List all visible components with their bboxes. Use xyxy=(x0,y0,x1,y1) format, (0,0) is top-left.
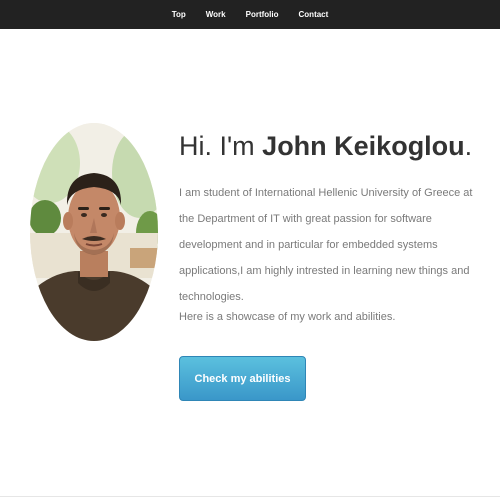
profile-photo-image xyxy=(30,123,158,341)
section-divider xyxy=(0,496,500,497)
hero-headline: Hi. I'm John Keikoglou. xyxy=(179,126,489,166)
showcase-text: Here is a showcase of my work and abilit… xyxy=(179,311,396,323)
nav-link-portfolio[interactable]: Portfolio xyxy=(246,10,279,19)
nav-link-work[interactable]: Work xyxy=(206,10,226,19)
author-name: John Keikoglou xyxy=(262,131,465,161)
check-abilities-button[interactable]: Check my abilities xyxy=(179,356,306,401)
greeting-text: Hi. I'm xyxy=(179,131,255,161)
profile-photo xyxy=(30,123,158,341)
nav-menu: Top Work Portfolio Contact xyxy=(0,0,500,29)
nav-link-contact[interactable]: Contact xyxy=(299,10,329,19)
top-navbar: Top Work Portfolio Contact xyxy=(0,0,500,29)
bio-paragraph: I am student of International Hellenic U… xyxy=(179,187,473,303)
headline-period: . xyxy=(464,131,473,161)
nav-link-top[interactable]: Top xyxy=(172,10,186,19)
